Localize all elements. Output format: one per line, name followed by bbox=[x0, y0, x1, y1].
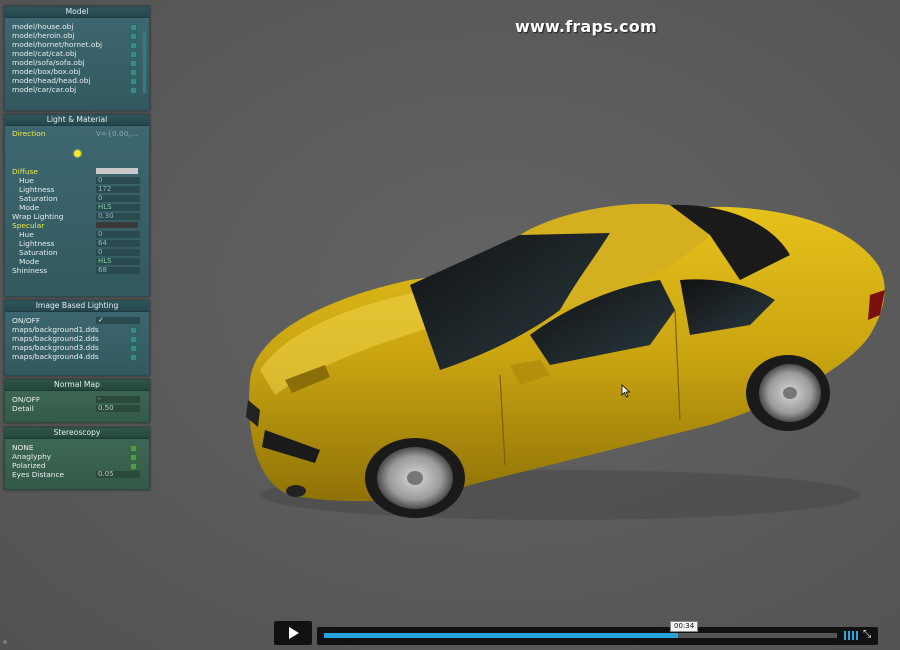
diffuse-swatch[interactable] bbox=[96, 168, 138, 174]
car-model-render[interactable] bbox=[230, 195, 890, 525]
light-direction-handle[interactable] bbox=[74, 150, 81, 157]
specular-hue-field[interactable]: 0 bbox=[96, 231, 140, 238]
eyes-distance-field[interactable]: 0.05 bbox=[96, 471, 140, 478]
specular-mode-field[interactable]: HLS bbox=[96, 258, 140, 265]
diffuse-hue-field[interactable]: 0 bbox=[96, 177, 140, 184]
ibl-map-item[interactable]: maps/background1.dds bbox=[5, 325, 149, 334]
model-item[interactable]: model/head/head.obj bbox=[5, 76, 149, 85]
model-checkbox[interactable] bbox=[130, 51, 137, 58]
ibl-onoff-toggle[interactable]: ✓ bbox=[96, 317, 140, 324]
stereo-panel-title: Stereoscopy bbox=[5, 428, 149, 439]
stereo-option[interactable]: Anaglyphy bbox=[5, 452, 149, 461]
specular-swatch[interactable] bbox=[96, 222, 138, 228]
play-button[interactable] bbox=[274, 621, 312, 645]
model-item[interactable]: model/heroin.obj bbox=[5, 31, 149, 40]
model-checkbox[interactable] bbox=[130, 78, 137, 85]
diffuse-lightness-field[interactable]: 172 bbox=[96, 186, 140, 193]
direction-row[interactable]: Direction V={0.00,... bbox=[5, 129, 149, 138]
normal-panel-title: Normal Map bbox=[5, 380, 149, 391]
model-item[interactable]: model/car/car.obj bbox=[5, 85, 149, 94]
specular-row[interactable]: Specular bbox=[5, 221, 149, 230]
specular-lightness-field[interactable]: 64 bbox=[96, 240, 140, 247]
diffuse-row[interactable]: Diffuse bbox=[5, 167, 149, 176]
direction-label: Direction bbox=[12, 129, 46, 138]
model-panel: Model model/house.obj model/heroin.obj m… bbox=[4, 6, 150, 111]
volume-icon[interactable] bbox=[844, 631, 858, 640]
normal-detail-field[interactable]: 0.50 bbox=[96, 405, 140, 412]
model-item[interactable]: model/box/box.obj bbox=[5, 67, 149, 76]
ibl-map-item[interactable]: maps/background2.dds bbox=[5, 334, 149, 343]
model-item[interactable]: model/cat/cat.obj bbox=[5, 49, 149, 58]
time-tooltip: 00:34 bbox=[670, 621, 699, 632]
diffuse-saturation-field[interactable]: 0 bbox=[96, 195, 140, 202]
normal-map-panel: Normal Map ON/OFF - Detail 0.50 bbox=[4, 379, 150, 423]
corner-dot-icon bbox=[3, 640, 7, 644]
light-material-panel: Light & Material Direction V={0.00,... D… bbox=[4, 114, 150, 297]
stereo-option[interactable]: Polarized bbox=[5, 461, 149, 470]
model-checkbox[interactable] bbox=[130, 60, 137, 67]
player-control-bar: ⤡ bbox=[317, 627, 878, 645]
model-item[interactable]: model/hornet/hornet.obj bbox=[5, 40, 149, 49]
model-list-scrollbar[interactable] bbox=[143, 31, 146, 93]
model-panel-title: Model bbox=[5, 7, 149, 18]
specular-label: Specular bbox=[12, 221, 45, 230]
stereoscopy-panel: Stereoscopy NONE Anaglyphy Polarized Eye… bbox=[4, 427, 150, 490]
model-checkbox[interactable] bbox=[130, 42, 137, 49]
diffuse-mode-field[interactable]: HLS bbox=[96, 204, 140, 211]
progress-track[interactable] bbox=[324, 633, 837, 638]
model-item[interactable]: model/sofa/sofa.obj bbox=[5, 58, 149, 67]
model-checkbox[interactable] bbox=[130, 69, 137, 76]
mouse-cursor-icon bbox=[621, 384, 631, 398]
specular-saturation-field[interactable]: 0 bbox=[96, 249, 140, 256]
fraps-watermark: www.fraps.com bbox=[515, 17, 657, 36]
model-checkbox[interactable] bbox=[130, 24, 137, 31]
image-based-lighting-panel: Image Based Lighting ON/OFF ✓ maps/backgr… bbox=[4, 300, 150, 376]
direction-value: V={0.00,... bbox=[96, 129, 138, 138]
fullscreen-icon[interactable]: ⤡ bbox=[863, 630, 873, 640]
light-panel-title: Light & Material bbox=[5, 115, 149, 126]
play-icon bbox=[289, 627, 299, 639]
progress-fill bbox=[324, 633, 678, 638]
ibl-map-item[interactable]: maps/background3.dds bbox=[5, 343, 149, 352]
model-item[interactable]: model/house.obj bbox=[5, 22, 149, 31]
model-checkbox[interactable] bbox=[130, 33, 137, 40]
ibl-panel-title: Image Based Lighting bbox=[5, 301, 149, 312]
stereo-option[interactable]: NONE bbox=[5, 443, 149, 452]
wrap-lighting-field[interactable]: 0.30 bbox=[96, 213, 140, 220]
ibl-map-item[interactable]: maps/background4.dds bbox=[5, 352, 149, 361]
normal-onoff-toggle[interactable]: - bbox=[96, 396, 140, 403]
shininess-field[interactable]: 68 bbox=[96, 267, 140, 274]
model-checkbox[interactable] bbox=[130, 87, 137, 94]
diffuse-label: Diffuse bbox=[12, 167, 38, 176]
